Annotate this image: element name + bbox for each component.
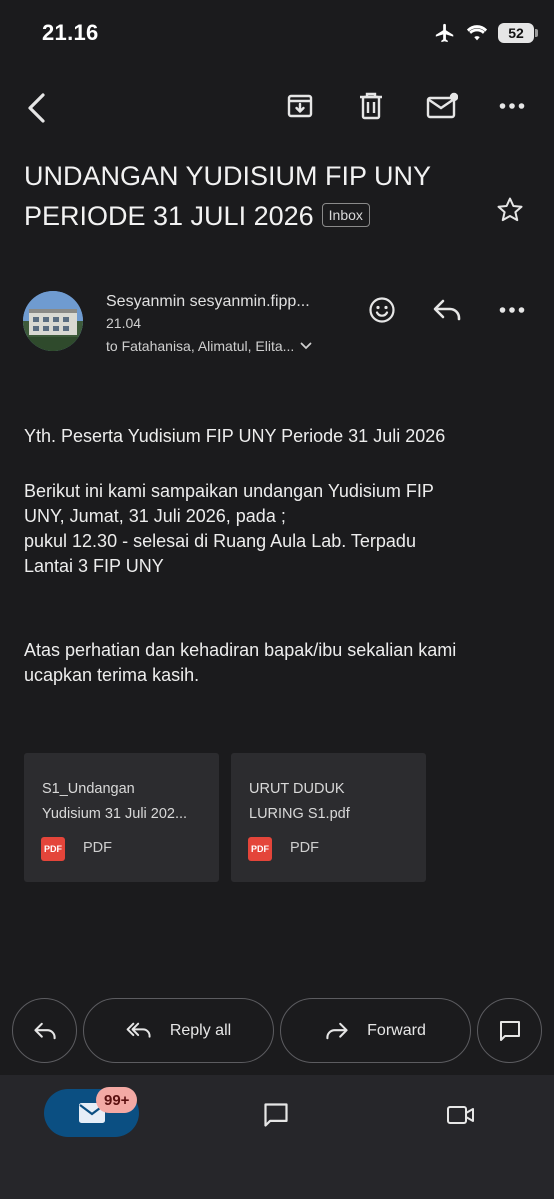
body-line: pukul 12.30 - selesai di Ruang Aula Lab.… xyxy=(24,531,416,551)
body-greeting: Yth. Peserta Yudisium FIP UNY Periode 31… xyxy=(24,426,446,446)
star-button[interactable] xyxy=(490,191,530,229)
status-icons: 52 xyxy=(434,22,538,44)
trash-icon xyxy=(360,92,382,120)
body-paragraph-2: Atas perhatian dan kehadiran bapak/ibu s… xyxy=(24,638,534,688)
delete-button[interactable] xyxy=(353,88,389,124)
chat-reply-button[interactable] xyxy=(477,998,542,1063)
pdf-file-icon: PDF xyxy=(41,837,65,861)
chat-bubble-icon xyxy=(499,1020,520,1041)
chevron-down-icon xyxy=(300,342,312,350)
inbox-label-badge[interactable]: Inbox xyxy=(321,202,370,227)
email-subject: UNDANGAN YUDISIUM FIP UNY PERIODE 31 JUL… xyxy=(24,156,484,236)
recipients-toggle[interactable]: to Fatahanisa, Alimatul, Elita... xyxy=(106,338,312,354)
archive-icon xyxy=(287,94,313,118)
reply-pill-button[interactable] xyxy=(12,998,77,1063)
nav-chat-tab[interactable] xyxy=(258,1097,294,1133)
reply-all-button[interactable]: Reply all xyxy=(83,998,274,1063)
status-time: 21.16 xyxy=(42,20,99,45)
attachment-type: PDF xyxy=(83,840,112,856)
body-line: Lantai 3 FIP UNY xyxy=(24,556,164,576)
bottom-navigation: 99+ xyxy=(0,1075,554,1199)
attachment-card-2[interactable]: URUT DUDUK LURING S1.pdf PDF PDF xyxy=(231,753,426,882)
body-line: ucapkan terima kasih. xyxy=(24,665,200,685)
more-horizontal-icon xyxy=(499,307,525,313)
reply-all-label: Reply all xyxy=(169,1021,232,1039)
back-arrow-icon xyxy=(28,93,45,123)
star-icon xyxy=(497,197,523,222)
email-time: 21.04 xyxy=(106,315,142,331)
emoji-icon xyxy=(369,297,395,323)
reply-button[interactable] xyxy=(429,292,465,328)
reply-all-icon xyxy=(126,1022,151,1038)
attachment-name: S1_Undangan Yudisium 31 Juli 202... xyxy=(42,781,188,822)
forward-icon xyxy=(326,1022,348,1039)
mark-unread-button[interactable] xyxy=(424,88,460,124)
more-options-button[interactable] xyxy=(494,88,530,124)
add-reaction-button[interactable] xyxy=(364,292,400,328)
body-paragraph-1: Berikut ini kami sampaikan undangan Yudi… xyxy=(24,479,534,579)
sender-name[interactable]: Sesyanmin sesyanmin.fipp... xyxy=(106,293,310,311)
wifi-icon xyxy=(466,24,488,42)
message-more-button[interactable] xyxy=(494,292,530,328)
back-button[interactable] xyxy=(18,88,54,128)
sender-avatar[interactable] xyxy=(23,291,83,351)
nav-meet-tab[interactable] xyxy=(443,1097,479,1133)
video-camera-icon xyxy=(447,1106,474,1124)
body-line: Atas perhatian dan kehadiran bapak/ibu s… xyxy=(24,640,457,660)
battery-indicator: 52 xyxy=(498,23,538,43)
chat-icon xyxy=(264,1103,288,1127)
recipients-text: to Fatahanisa, Alimatul, Elita... xyxy=(106,338,295,354)
archive-button[interactable] xyxy=(282,88,318,124)
attachment-card-1[interactable]: S1_Undangan Yudisium 31 Juli 202... PDF … xyxy=(24,753,219,882)
more-horizontal-icon xyxy=(499,103,525,109)
attachment-name: URUT DUDUK LURING S1.pdf xyxy=(249,781,350,822)
reply-icon xyxy=(33,1022,56,1039)
forward-button[interactable]: Forward xyxy=(280,998,471,1063)
body-line: UNY, Jumat, 31 Juli 2026, pada ; xyxy=(24,506,286,526)
forward-label: Forward xyxy=(367,1021,426,1039)
airplane-mode-icon xyxy=(434,22,456,44)
body-line: Berikut ini kami sampaikan undangan Yudi… xyxy=(24,481,434,501)
attachment-type: PDF xyxy=(290,840,319,856)
unread-count-badge: 99+ xyxy=(96,1087,138,1113)
mail-unread-icon xyxy=(426,92,458,119)
reply-icon xyxy=(433,299,461,321)
pdf-file-icon: PDF xyxy=(248,837,272,861)
